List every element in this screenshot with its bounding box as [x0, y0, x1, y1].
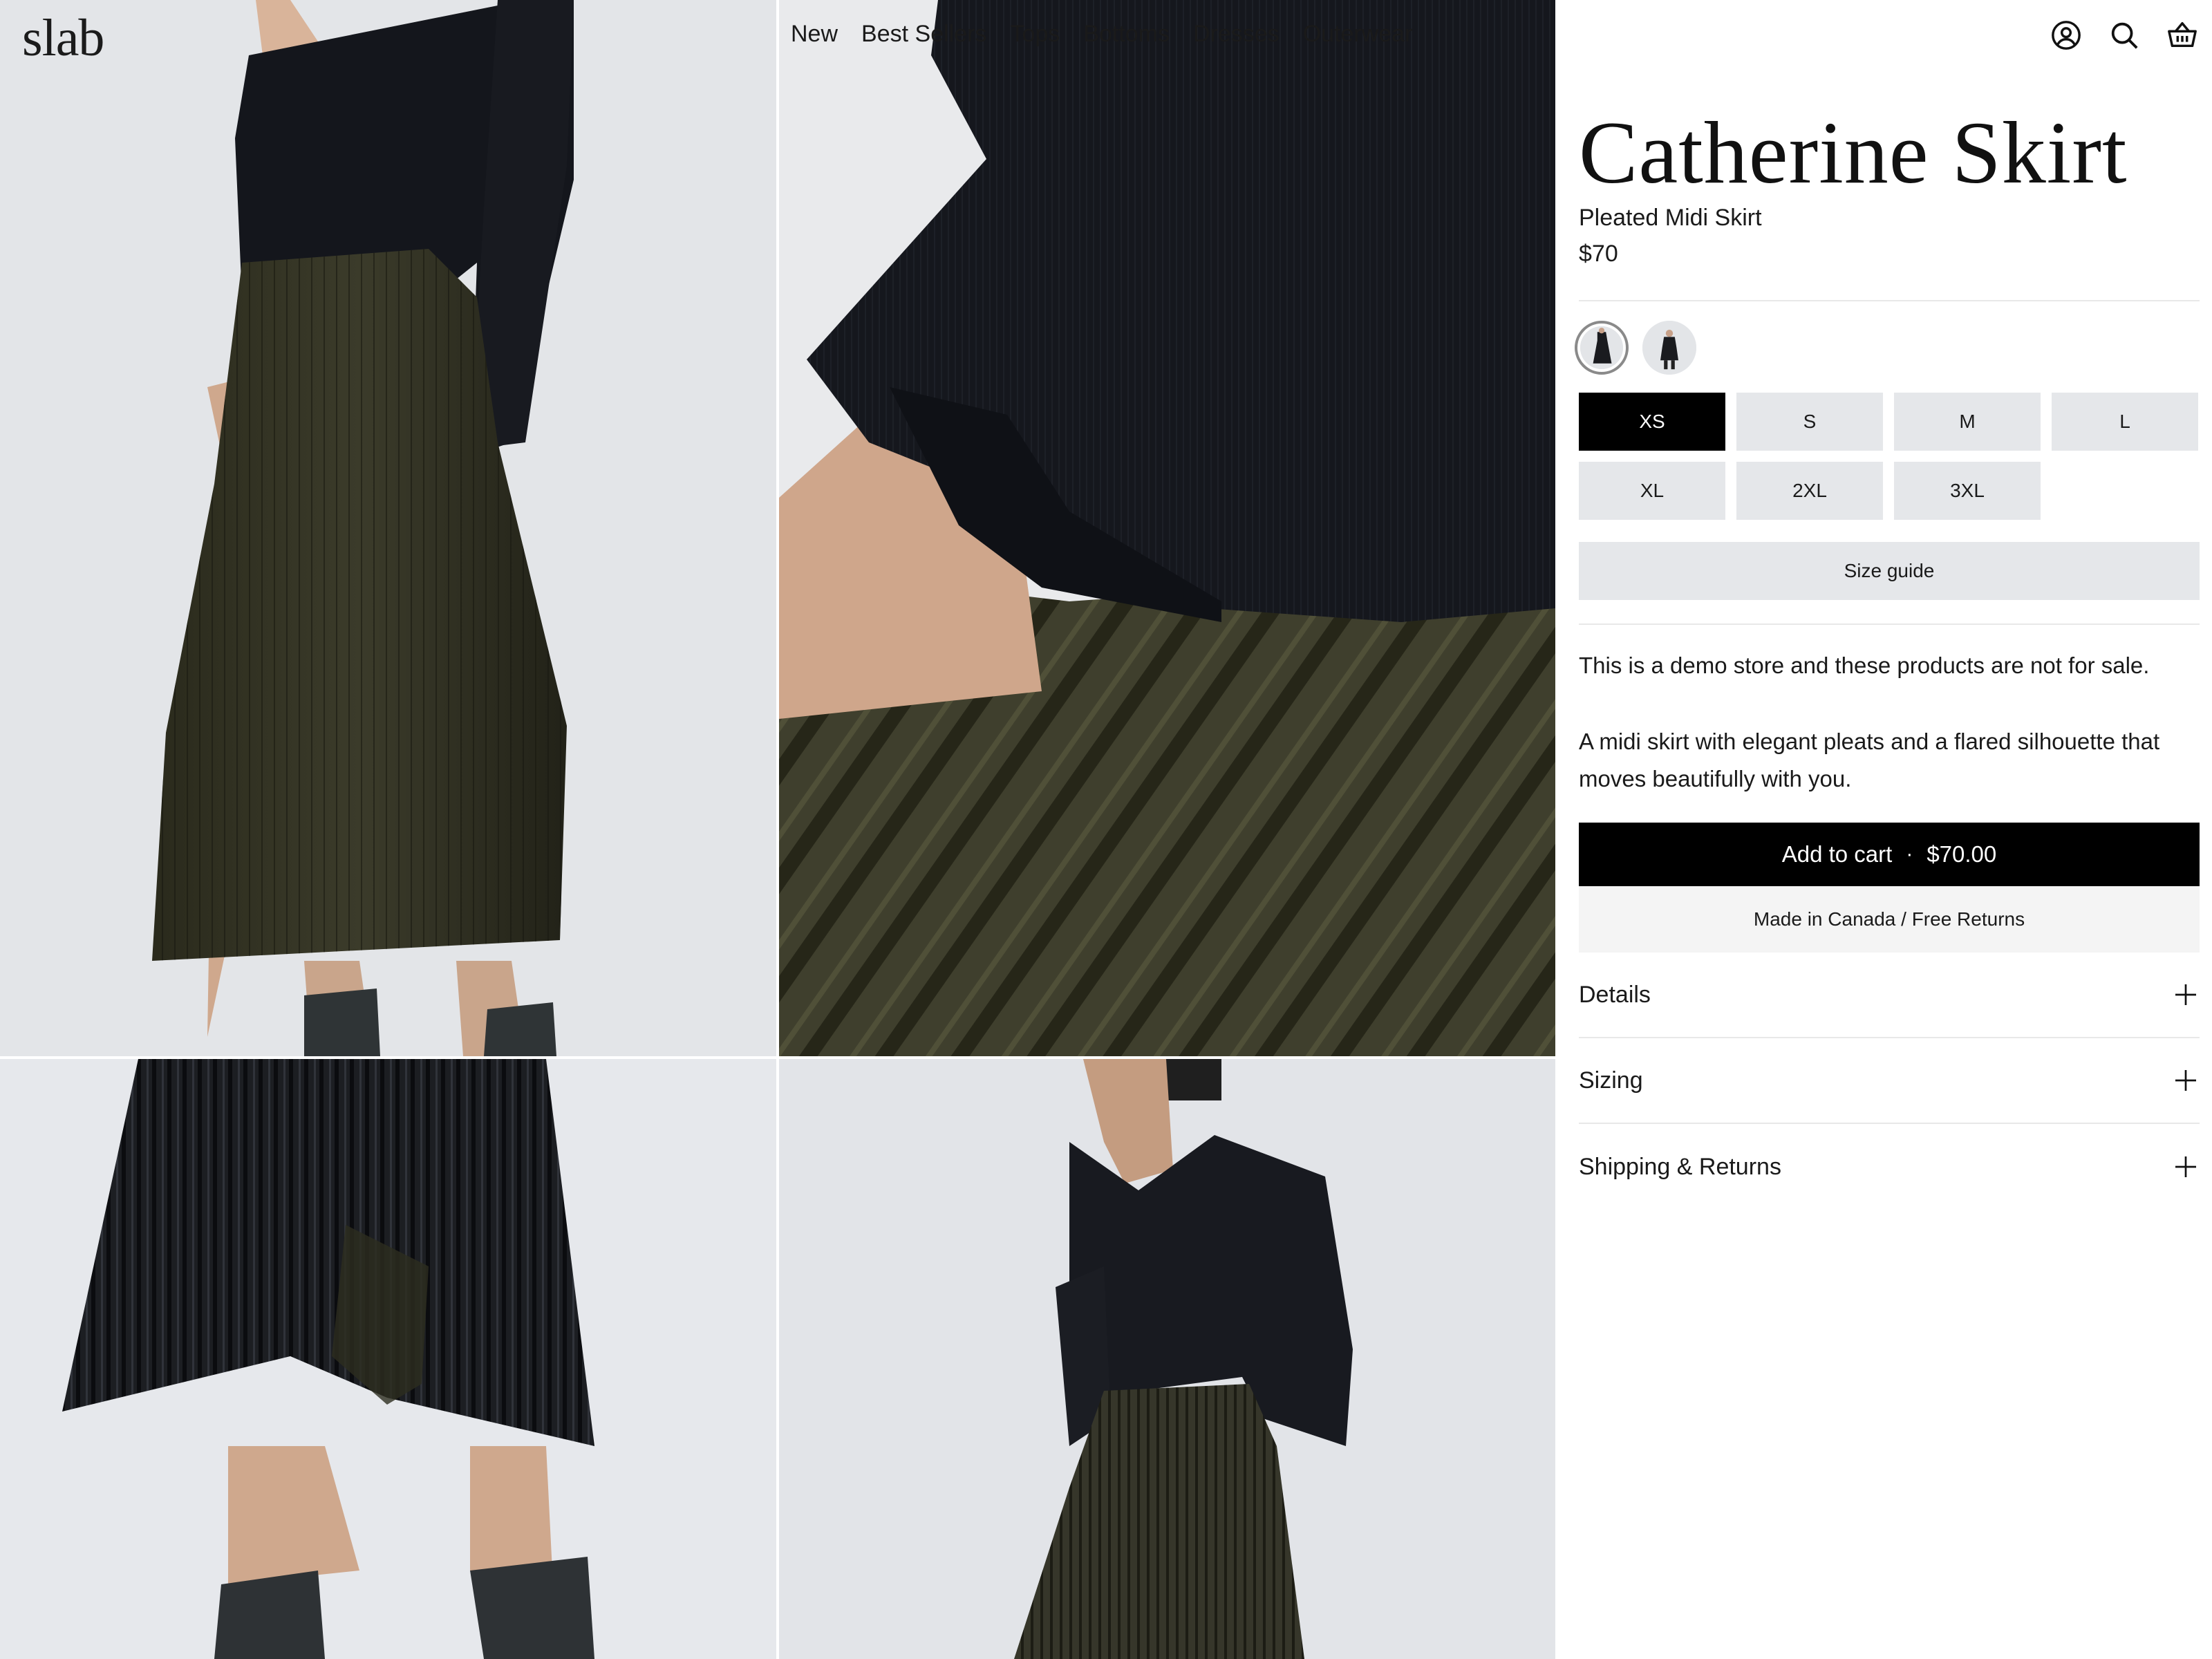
- product-price: $70: [1579, 241, 1618, 267]
- divider: [1579, 300, 2200, 301]
- product-description: A midi skirt with elegant pleats and a f…: [1579, 729, 2160, 791]
- add-to-cart-button[interactable]: Add to cart · $70.00: [1579, 823, 2200, 886]
- size-selector: XS S M L XL 2XL 3XL: [1579, 393, 2200, 520]
- demo-store-notice: This is a demo store and these products …: [1579, 653, 2150, 678]
- product-subtitle: Pleated Midi Skirt: [1579, 205, 1762, 231]
- model-front-skirt-photo[interactable]: [0, 0, 776, 1056]
- size-option-xl[interactable]: XL: [1579, 462, 1725, 520]
- nav-link-tops[interactable]: Tops: [1010, 21, 1060, 48]
- size-option-2xl[interactable]: 2XL: [1736, 462, 1883, 520]
- seated-sweater-skirt-photo[interactable]: [779, 0, 1555, 1056]
- size-option-xs[interactable]: XS: [1579, 393, 1725, 451]
- size-guide-button[interactable]: Size guide: [1579, 542, 2200, 600]
- skirt-hem-boots-photo[interactable]: [0, 1059, 776, 1659]
- accordion-details[interactable]: Details: [1579, 953, 2200, 1038]
- product-gallery: [0, 0, 1555, 1659]
- product-accordion: Details Sizing Shipping & Returns: [1579, 953, 2200, 1210]
- store-logo[interactable]: slab: [22, 8, 104, 68]
- add-to-cart-price: $70.00: [1927, 841, 1997, 867]
- plus-icon: [2173, 1154, 2198, 1179]
- add-to-cart-separator: ·: [1906, 843, 1913, 865]
- size-option-3xl[interactable]: 3XL: [1894, 462, 2041, 520]
- size-option-s[interactable]: S: [1736, 393, 1883, 451]
- nav-link-outerwear[interactable]: Outerwear: [1303, 21, 1413, 48]
- size-option-l[interactable]: L: [2052, 393, 2198, 451]
- divider: [1579, 624, 2200, 625]
- nav-link-dresses[interactable]: Dresses: [1193, 21, 1280, 48]
- model-side-full-photo[interactable]: [779, 1059, 1555, 1659]
- swatch-model-full-length[interactable]: [1642, 321, 1696, 375]
- product-title: Catherine Skirt: [1579, 104, 2128, 202]
- accordion-sizing[interactable]: Sizing: [1579, 1038, 2200, 1124]
- accordion-shipping-returns[interactable]: Shipping & Returns: [1579, 1124, 2200, 1210]
- plus-icon: [2173, 1068, 2198, 1093]
- nav-link-new[interactable]: New: [791, 21, 838, 48]
- accordion-label: Sizing: [1579, 1067, 1643, 1094]
- accordion-label: Details: [1579, 981, 1651, 1008]
- variant-swatches: [1575, 321, 1696, 375]
- nav-link-bottoms[interactable]: Bottoms: [1083, 21, 1170, 48]
- shipping-note: Made in Canada / Free Returns: [1579, 886, 2200, 953]
- plus-icon: [2173, 982, 2198, 1007]
- add-to-cart-label: Add to cart: [1781, 841, 1893, 867]
- size-option-m[interactable]: M: [1894, 393, 2041, 451]
- product-info-panel: Catherine Skirt Pleated Midi Skirt $70 X…: [1575, 0, 2200, 1659]
- swatch-model-standing[interactable]: [1575, 321, 1629, 375]
- main-nav: New Best Sellers Tops Bottoms Dresses Ou…: [791, 21, 1412, 48]
- nav-link-best-sellers[interactable]: Best Sellers: [861, 21, 986, 48]
- accordion-label: Shipping & Returns: [1579, 1153, 1781, 1180]
